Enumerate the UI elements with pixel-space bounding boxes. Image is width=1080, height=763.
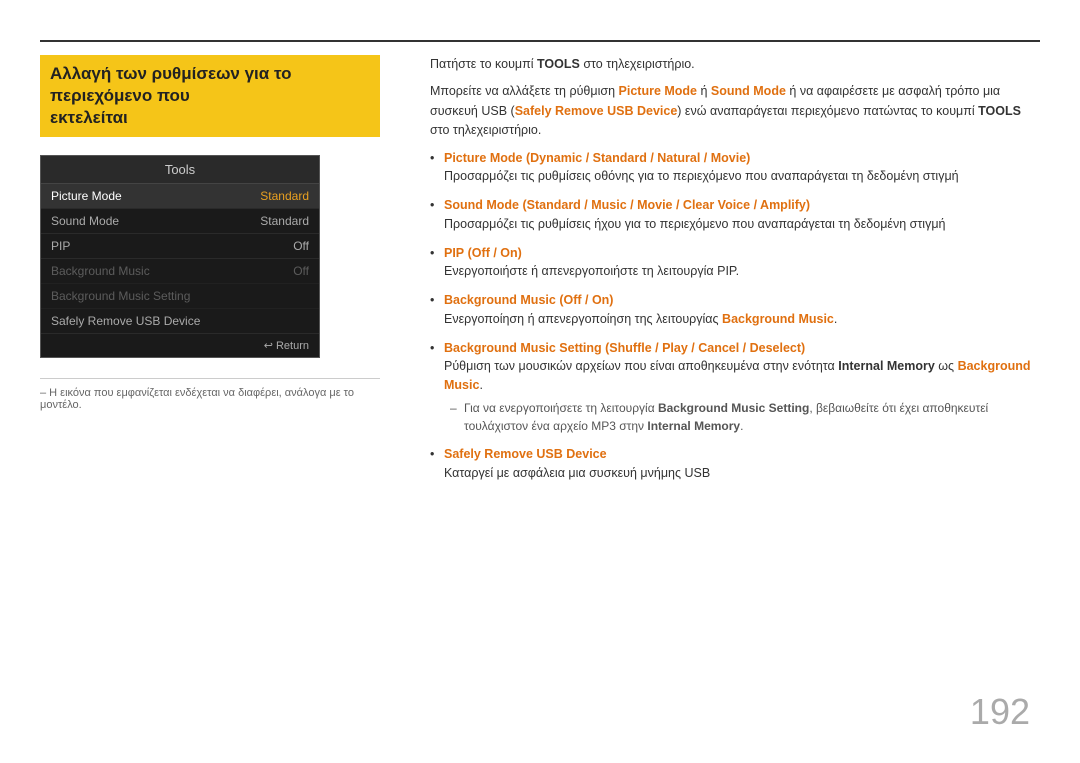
intro-line1: Πατήστε το κουμπί TOOLS στο τηλεχειριστή…	[430, 55, 1040, 74]
menu-item-usb-label: Safely Remove USB Device	[51, 314, 200, 328]
menu-item-pip-label: PIP	[51, 239, 70, 253]
footnote: – Η εικόνα που εμφανίζεται ενδέχεται να …	[40, 378, 380, 411]
bullet-list: Picture Mode (Dynamic / Standard / Natur…	[430, 149, 1040, 483]
bgms-sub-note: Για να ενεργοποιήσετε τη λειτουργία Back…	[444, 399, 1040, 435]
menu-item-bgm-label: Background Music	[51, 264, 150, 278]
page-title: Αλλαγή των ρυθμίσεων για το περιεχόμενο …	[50, 63, 370, 129]
menu-item-usb[interactable]: Safely Remove USB Device	[41, 309, 319, 334]
bullet-usb: Safely Remove USB Device Καταργεί με ασφ…	[430, 445, 1040, 483]
bullet-bgms: Background Music Setting (Shuffle / Play…	[430, 339, 1040, 435]
menu-item-bgm: Background Music Off	[41, 259, 319, 284]
menu-item-bgm-value: Off	[293, 264, 309, 278]
top-divider	[40, 40, 1040, 42]
menu-header: Tools	[41, 156, 319, 184]
bullet-picture-mode: Picture Mode (Dynamic / Standard / Natur…	[430, 149, 1040, 187]
tools-menu: Tools Picture Mode Standard Sound Mode S…	[40, 155, 320, 358]
menu-return[interactable]: ↩ Return	[41, 334, 319, 357]
bullet-pip: PIP (Off / On) Ενεργοποιήστε ή απενεργοπ…	[430, 244, 1040, 282]
menu-item-bgms: Background Music Setting	[41, 284, 319, 309]
menu-item-picture-mode[interactable]: Picture Mode Standard	[41, 184, 319, 209]
menu-item-picture-mode-value: Standard	[260, 189, 309, 203]
intro-line2: Μπορείτε να αλλάξετε τη ρύθμιση Picture …	[430, 82, 1040, 140]
bullet-sound-mode: Sound Mode (Standard / Music / Movie / C…	[430, 196, 1040, 234]
menu-item-sound-mode-label: Sound Mode	[51, 214, 119, 228]
menu-item-picture-mode-label: Picture Mode	[51, 189, 122, 203]
left-panel: Αλλαγή των ρυθμίσεων για το περιεχόμενο …	[40, 55, 380, 411]
bullet-bgm: Background Music (Off / On) Ενεργοποίηση…	[430, 291, 1040, 329]
right-panel: Πατήστε το κουμπί TOOLS στο τηλεχειριστή…	[430, 55, 1040, 492]
title-box: Αλλαγή των ρυθμίσεων για το περιεχόμενο …	[40, 55, 380, 137]
menu-item-bgms-label: Background Music Setting	[51, 289, 190, 303]
menu-item-sound-mode-value: Standard	[260, 214, 309, 228]
menu-item-pip[interactable]: PIP Off	[41, 234, 319, 259]
page-number: 192	[970, 691, 1030, 733]
menu-item-sound-mode[interactable]: Sound Mode Standard	[41, 209, 319, 234]
menu-item-pip-value: Off	[293, 239, 309, 253]
